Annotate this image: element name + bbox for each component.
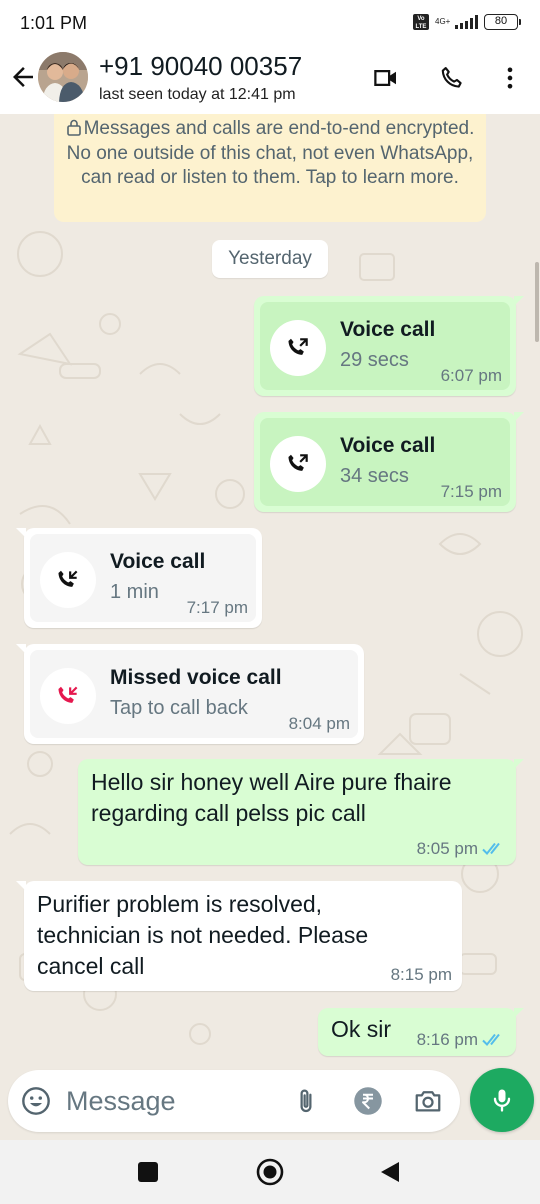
message-time: 6:07 pm <box>440 366 502 385</box>
call-card: Voice call 34 secs 7:15 pm <box>260 418 510 506</box>
call-back-hint: Tap to call back <box>110 697 248 719</box>
call-log-bubble[interactable]: Voice call 34 secs 7:15 pm <box>254 412 524 512</box>
square-icon <box>138 1162 158 1182</box>
arrow-left-icon <box>13 67 33 87</box>
nav-recents-button[interactable] <box>132 1156 164 1188</box>
chat-header: +91 90040 00357 last seen today at 12:41… <box>0 46 540 114</box>
message-input-container[interactable] <box>8 1070 460 1132</box>
call-card: Voice call 1 min 7:17 pm <box>30 534 256 622</box>
message-line: technician is not needed. Please <box>37 922 369 948</box>
call-duration: 29 secs <box>340 349 409 371</box>
message-text: Purifier problem is resolved, technician… <box>37 889 368 982</box>
phone-icon <box>441 67 462 88</box>
missed-call-bubble[interactable]: Missed voice call Tap to call back 8:04 … <box>16 644 364 744</box>
paperclip-icon <box>300 1089 312 1113</box>
call-icon-circle <box>270 436 326 492</box>
more-vertical-icon <box>507 67 513 89</box>
message-meta: 8:15 pm <box>391 965 452 985</box>
encryption-notice-text: Messages and calls are end-to-end encryp… <box>66 118 475 188</box>
double-check-icon <box>482 842 500 855</box>
message-line: Ok sir <box>331 1016 392 1042</box>
system-navigation-bar <box>0 1140 540 1204</box>
message-input[interactable] <box>66 1078 286 1124</box>
status-time: 1:01 PM <box>20 13 88 33</box>
avatar-photo <box>38 52 88 102</box>
battery-level: 80 <box>494 15 508 27</box>
rupee-icon <box>354 1087 382 1115</box>
message-time: 7:15 pm <box>440 482 502 501</box>
signal-strength-icon <box>455 15 478 29</box>
call-duration: 34 secs <box>340 465 409 487</box>
nav-back-button[interactable] <box>374 1156 406 1188</box>
outgoing-call-icon <box>288 454 308 471</box>
voice-call-button[interactable] <box>436 62 468 94</box>
avatar[interactable] <box>38 52 88 102</box>
lock-icon <box>66 119 81 136</box>
nav-home-button[interactable] <box>254 1156 286 1188</box>
more-options-button[interactable] <box>494 62 526 94</box>
message-line: Purifier problem is resolved, <box>37 891 323 917</box>
voice-message-button[interactable] <box>470 1068 534 1132</box>
microphone-icon <box>493 1089 511 1112</box>
message-meta: 8:05 pm <box>417 839 506 859</box>
back-button[interactable] <box>8 62 38 92</box>
call-icon-circle <box>270 320 326 376</box>
call-title: Voice call <box>340 318 436 341</box>
network-type-label: 4G+ <box>435 17 451 26</box>
call-title: Voice call <box>340 434 436 457</box>
triangle-back-icon <box>381 1162 399 1182</box>
circle-icon <box>256 1158 284 1186</box>
status-bar: 1:01 PM Vo LTE 4G+ 80 <box>0 0 540 46</box>
call-title: Missed voice call <box>110 666 282 689</box>
message-bubble[interactable]: Purifier problem is resolved, technician… <box>16 881 462 991</box>
missed-call-icon <box>58 686 78 703</box>
call-icon-circle <box>40 552 96 608</box>
call-duration: 1 min <box>110 581 159 603</box>
message-bubble[interactable]: Ok sir 8:16 pm <box>318 1008 524 1056</box>
message-line: Hello sir honey well Aire pure fhaire <box>91 769 452 795</box>
encryption-notice[interactable]: Messages and calls are end-to-end encryp… <box>54 114 486 222</box>
message-meta: 8:16 pm <box>417 1030 506 1050</box>
message-line: cancel call <box>37 953 145 979</box>
volte-icon: Vo LTE <box>413 14 429 30</box>
emoji-icon <box>22 1087 50 1115</box>
message-time: 7:17 pm <box>186 598 248 617</box>
payment-button[interactable] <box>352 1085 384 1117</box>
attach-button[interactable] <box>290 1085 322 1117</box>
message-line: regarding call pelss pic call <box>91 800 366 826</box>
camera-icon <box>415 1091 441 1112</box>
message-text: Ok sir <box>331 1014 391 1045</box>
call-card: Missed voice call Tap to call back 8:04 … <box>30 650 358 738</box>
chat-area[interactable]: Messages and calls are end-to-end encryp… <box>0 114 540 1072</box>
contact-name[interactable]: +91 90040 00357 <box>99 51 302 82</box>
video-camera-icon <box>374 70 396 86</box>
call-log-bubble[interactable]: Voice call 29 secs 6:07 pm <box>254 296 524 396</box>
message-bubble[interactable]: Hello sir honey well Aire pure fhaire re… <box>78 759 524 865</box>
call-log-bubble[interactable]: Voice call 1 min 7:17 pm <box>16 528 262 628</box>
message-time: 8:16 pm <box>416 1030 478 1049</box>
video-call-button[interactable] <box>370 62 402 94</box>
outgoing-call-icon <box>288 338 308 355</box>
battery-icon: 80 <box>484 14 521 30</box>
message-time: 8:15 pm <box>390 965 452 984</box>
message-time: 8:05 pm <box>416 839 478 858</box>
incoming-call-icon <box>58 570 78 587</box>
chat-scroll-thumb[interactable] <box>535 262 539 342</box>
call-icon-circle <box>40 668 96 724</box>
message-composer <box>0 1066 540 1140</box>
camera-button[interactable] <box>412 1085 444 1117</box>
call-title: Voice call <box>110 550 206 573</box>
message-time: 8:04 pm <box>288 714 350 733</box>
double-check-icon <box>482 1033 500 1046</box>
call-card: Voice call 29 secs 6:07 pm <box>260 302 510 390</box>
last-seen-status: last seen today at 12:41 pm <box>99 86 296 103</box>
message-text: Hello sir honey well Aire pure fhaire re… <box>91 767 452 829</box>
emoji-button[interactable] <box>20 1085 52 1117</box>
status-icons: Vo LTE 4G+ 80 <box>413 14 521 30</box>
date-separator: Yesterday <box>212 240 328 278</box>
